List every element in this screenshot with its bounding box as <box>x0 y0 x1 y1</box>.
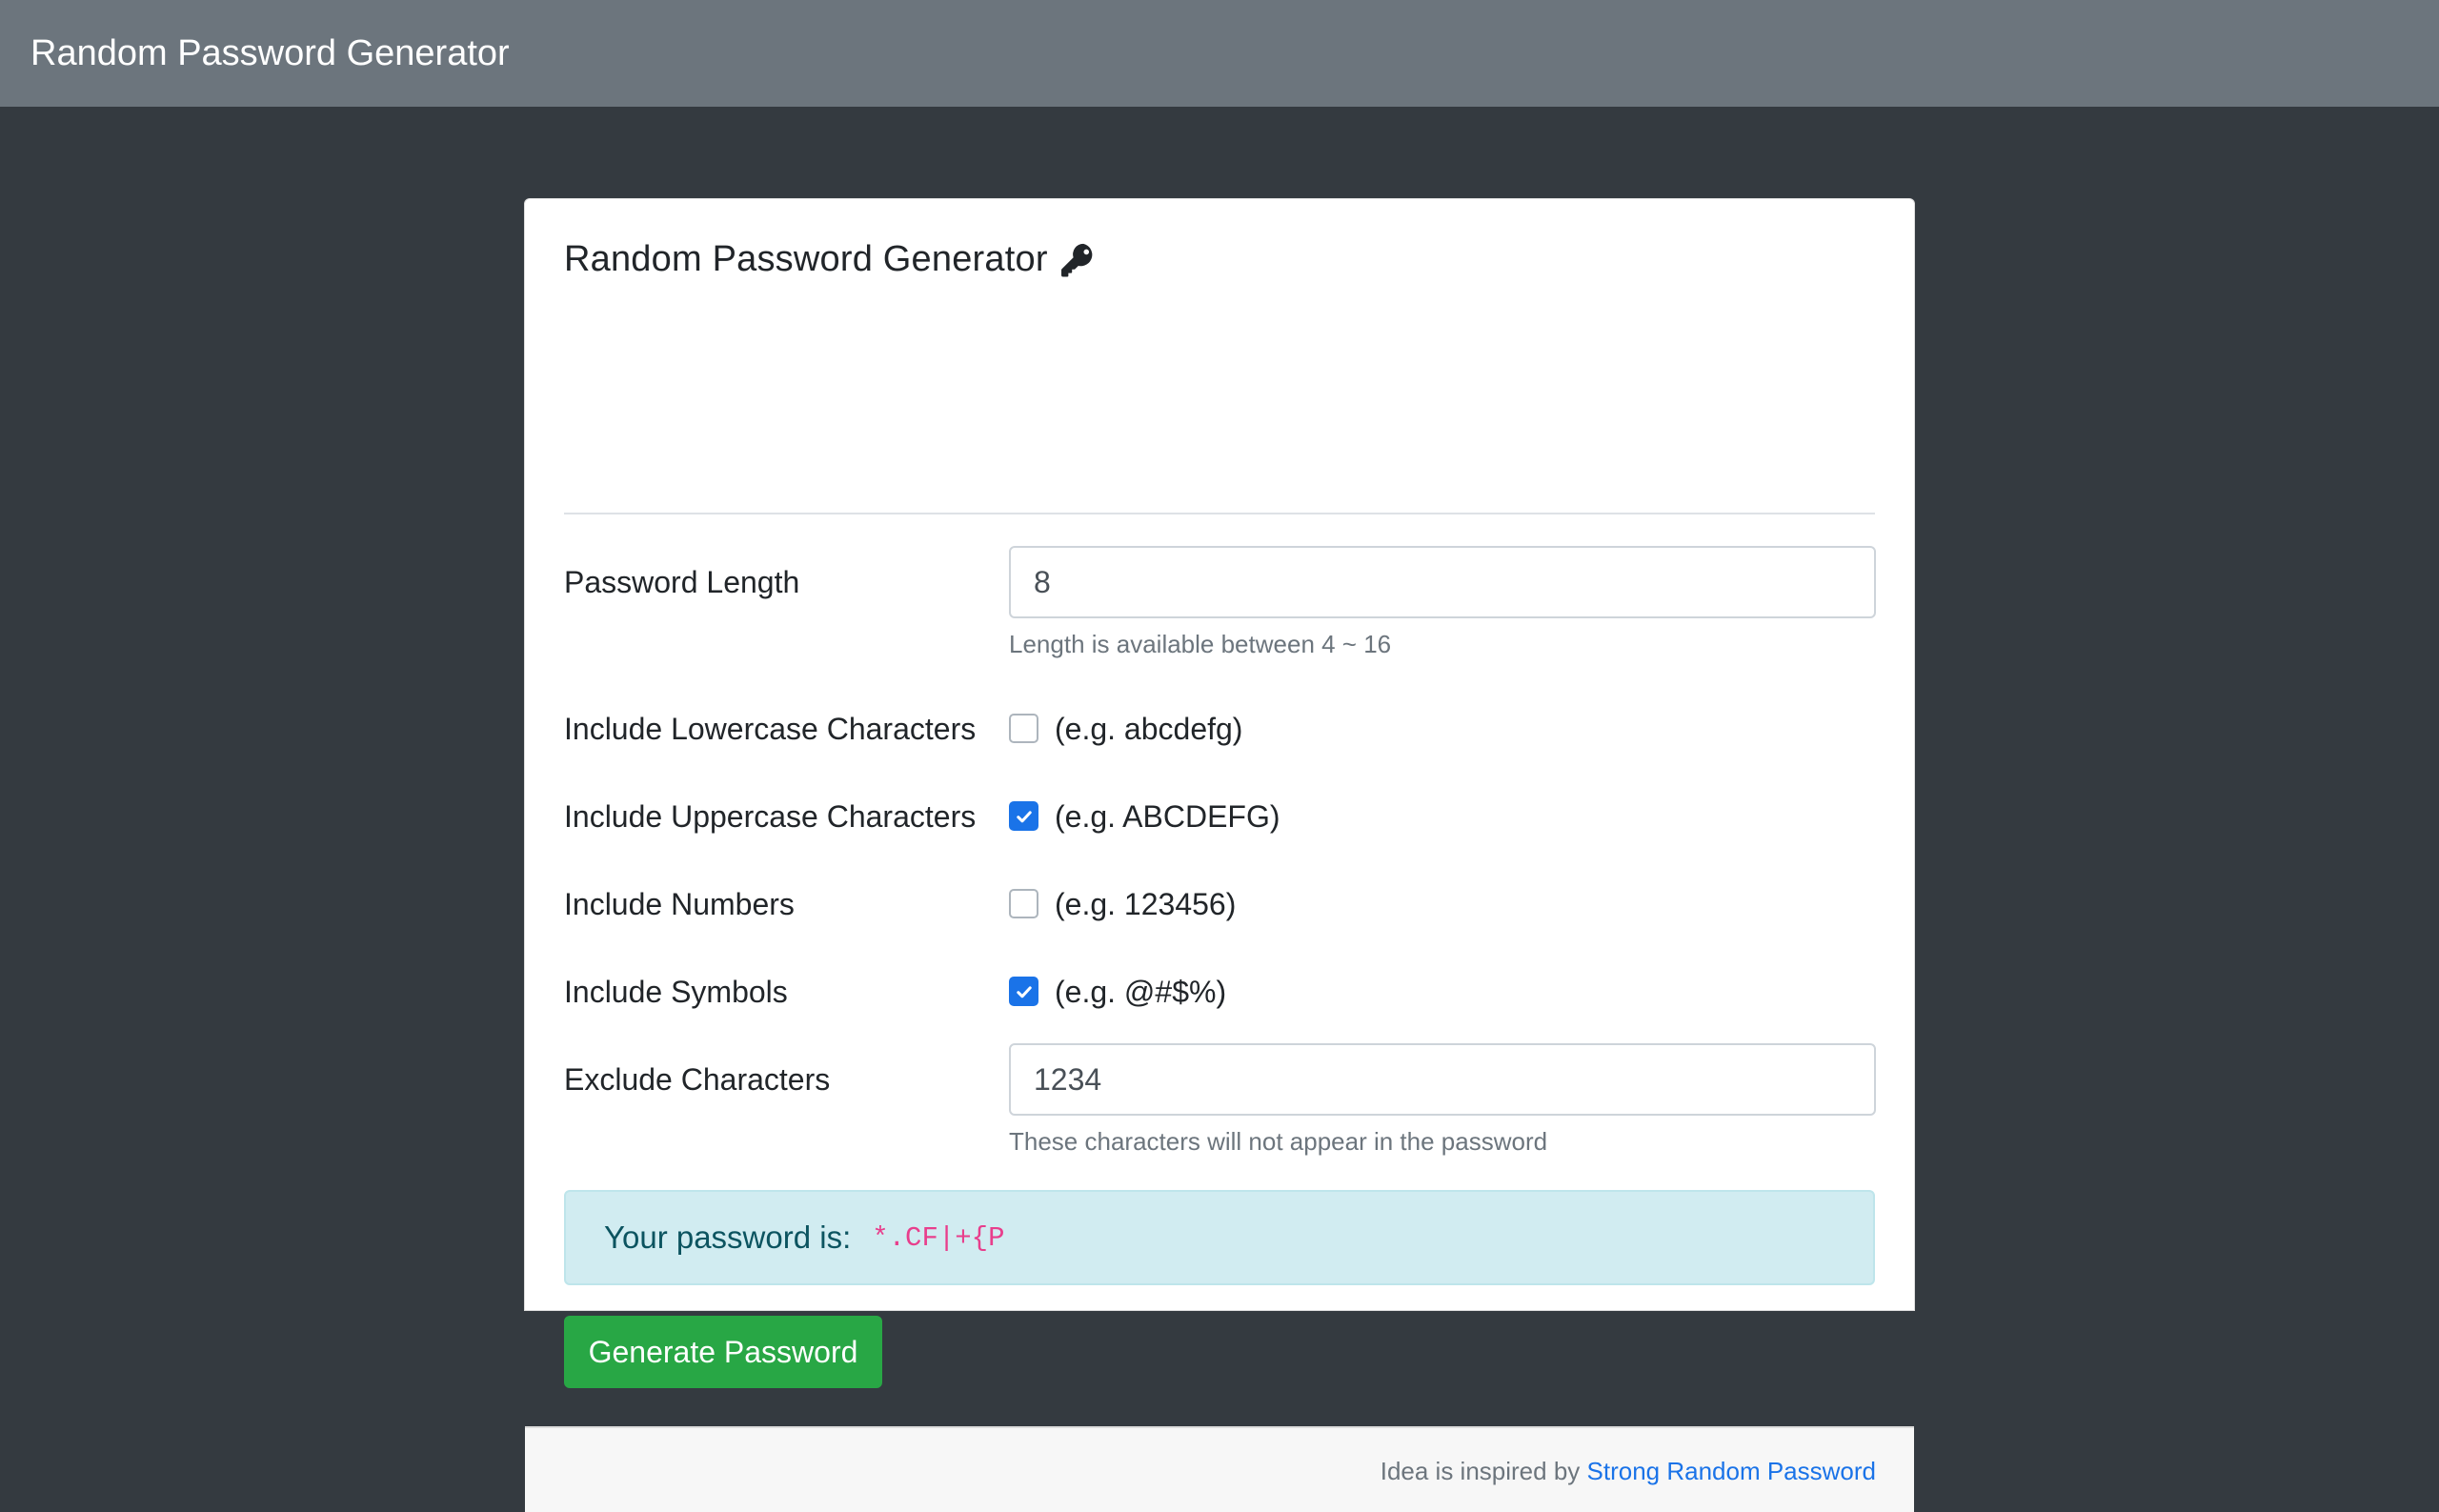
exclude-characters-help: These characters will not appear in the … <box>1009 1127 1548 1156</box>
checkmark-icon <box>1016 810 1032 822</box>
uppercase-example: (e.g. ABCDEFG) <box>1055 799 1280 834</box>
lowercase-checkbox[interactable] <box>1009 714 1038 743</box>
strong-random-password-link[interactable]: Strong Random Password <box>1587 1457 1876 1485</box>
card-footer: Idea is inspired by Strong Random Passwo… <box>525 1426 1914 1512</box>
navbar: Random Password Generator <box>0 0 2439 107</box>
password-length-help: Length is available between 4 ~ 16 <box>1009 630 1392 658</box>
title-divider <box>564 513 1875 514</box>
numbers-checkbox[interactable] <box>1009 889 1038 918</box>
footer-credit: Idea is inspired by Strong Random Passwo… <box>1381 1457 1876 1486</box>
exclude-characters-label: Exclude Characters <box>564 1062 831 1097</box>
symbols-example: (e.g. @#$%) <box>1055 975 1227 1009</box>
key-icon <box>1060 243 1093 276</box>
symbols-checkbox[interactable] <box>1009 977 1038 1006</box>
password-result-label: Your password is: <box>604 1220 852 1255</box>
uppercase-checkbox[interactable] <box>1009 801 1038 831</box>
card-title: Random Password Generator <box>564 239 1098 280</box>
generate-password-button[interactable]: Generate Password <box>564 1316 882 1388</box>
numbers-example: (e.g. 123456) <box>1055 887 1237 921</box>
checkmark-icon <box>1016 985 1032 998</box>
uppercase-label: Include Uppercase Characters <box>564 799 977 834</box>
symbols-label: Include Symbols <box>564 975 788 1009</box>
password-generator-card: Random Password Generator Password Lengt… <box>524 198 1915 1512</box>
password-length-input[interactable] <box>1009 546 1876 618</box>
password-length-label: Password Length <box>564 565 800 599</box>
lowercase-example: (e.g. abcdefg) <box>1055 712 1243 746</box>
footer-credit-text: Idea is inspired by <box>1380 1457 1587 1485</box>
navbar-brand[interactable]: Random Password Generator <box>30 33 510 74</box>
card-title-text: Random Password Generator <box>564 239 1048 279</box>
numbers-label: Include Numbers <box>564 887 795 921</box>
generated-password[interactable]: *.CF|+{P <box>872 1222 1004 1254</box>
lowercase-label: Include Lowercase Characters <box>564 712 977 746</box>
password-result-alert: Your password is: *.CF|+{P <box>564 1190 1875 1285</box>
exclude-characters-input[interactable] <box>1009 1043 1876 1116</box>
